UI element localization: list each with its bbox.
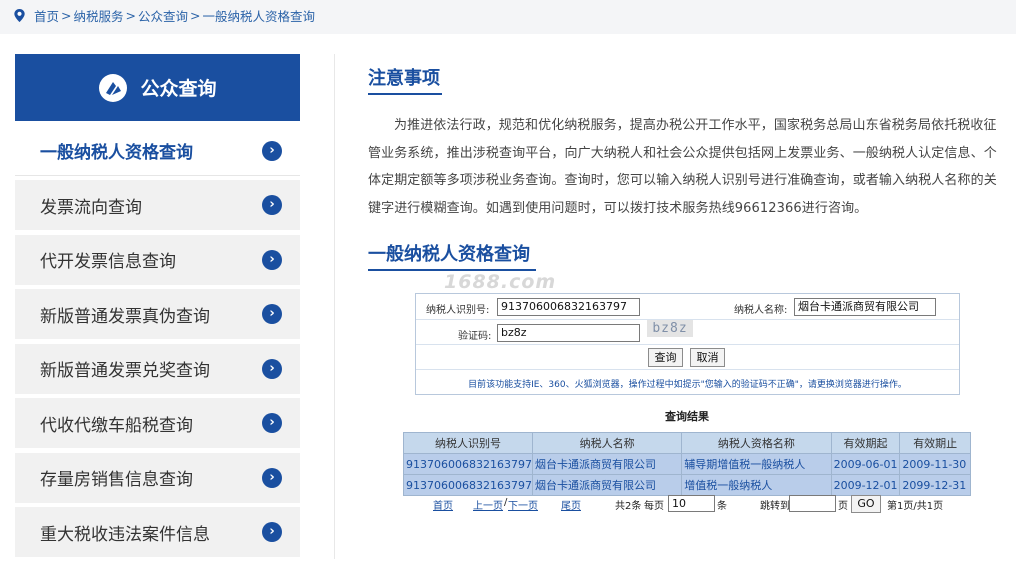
- sidebar-item-housing-sales[interactable]: 存量房销售信息查询 ›: [15, 452, 300, 503]
- content-divider: [334, 54, 335, 559]
- sidebar-item-label: 新版普通发票兑奖查询: [40, 361, 210, 381]
- watermark: 1688.com: [444, 271, 557, 293]
- table-cell: 烟台卡通派商贸有限公司: [531, 474, 683, 496]
- captcha-label: 验证码:: [458, 331, 492, 342]
- jump-page-input[interactable]: [789, 495, 836, 512]
- table-cell: 2009-11-30: [899, 453, 971, 475]
- breadcrumb-home[interactable]: 首页: [34, 6, 59, 25]
- query-logo-icon: [99, 73, 128, 102]
- pager-page-unit: 页: [838, 501, 848, 512]
- pager-prev-link[interactable]: 上一页: [473, 497, 503, 512]
- sidebar-item-violation-cases[interactable]: 重大税收违法案件信息 ›: [15, 507, 300, 557]
- table-cell: 2009-12-01: [830, 474, 901, 496]
- notice-title-underline: [368, 93, 442, 95]
- sidebar-item-issued-invoice[interactable]: 代开发票信息查询 ›: [15, 234, 300, 285]
- taxpayer-name-label: 纳税人名称:: [734, 305, 788, 316]
- sidebar-item-invoice-authenticity[interactable]: 新版普通发票真伪查询 ›: [15, 289, 300, 339]
- chevron-right-icon: ›: [262, 358, 282, 379]
- results-title: 查询结果: [665, 410, 709, 423]
- table-cell: 2099-12-31: [899, 474, 971, 496]
- sidebar-item-invoice-prize[interactable]: 新版普通发票兑奖查询 ›: [15, 343, 300, 394]
- breadcrumb-separator: >: [190, 8, 201, 23]
- pager-jump-label: 跳转到: [760, 501, 790, 512]
- chevron-right-icon: ›: [262, 140, 282, 161]
- chevron-right-icon: ›: [262, 467, 282, 488]
- sidebar-item-label: 重大税收违法案件信息: [40, 524, 210, 545]
- table-cell: 烟台卡通派商贸有限公司: [531, 453, 683, 475]
- sidebar-item-label: 发票流向查询: [40, 197, 142, 218]
- go-button[interactable]: GO: [851, 495, 881, 513]
- column-header: 有效期起: [830, 432, 901, 454]
- column-header: 纳税人资格名称: [681, 432, 832, 454]
- breadcrumb-public-query[interactable]: 公众查询: [138, 6, 188, 25]
- pager-first-link[interactable]: 首页: [433, 497, 453, 512]
- column-header: 有效期止: [899, 432, 971, 454]
- cancel-button[interactable]: 取消: [690, 348, 725, 367]
- pager-status: 第1页/共1页: [887, 501, 944, 512]
- table-row[interactable]: 913706006832163797 烟台卡通派商贸有限公司 增值税一般纳税人 …: [403, 474, 971, 496]
- sidebar-item-vehicle-tax[interactable]: 代收代缴车船税查询 ›: [15, 398, 300, 448]
- form-row: [416, 345, 959, 370]
- sidebar-item-general-taxpayer[interactable]: 一般纳税人资格查询 ›: [15, 125, 300, 176]
- pager-next-link[interactable]: 下一页: [508, 497, 538, 512]
- chevron-right-icon: ›: [262, 304, 282, 324]
- column-header: 纳税人名称: [531, 432, 683, 454]
- pager-per-page-unit: 条: [717, 501, 727, 512]
- query-section-title: 一般纳税人资格查询: [368, 244, 530, 265]
- pager-last-link[interactable]: 尾页: [561, 497, 581, 512]
- breadcrumb-tax-service[interactable]: 纳税服务: [74, 6, 124, 25]
- sidebar-item-label: 代开发票信息查询: [40, 252, 176, 272]
- notice-text: 为推进依法行政，规范和优化纳税服务，提高办税公开工作水平，国家税务总局山东省税务…: [368, 118, 997, 216]
- pager-slash: /: [504, 497, 508, 508]
- captcha-input[interactable]: bz8z: [497, 324, 640, 342]
- taxpayer-name-input[interactable]: 烟台卡通派商贸有限公司: [794, 298, 936, 316]
- pager-per-page-label: 每页: [644, 501, 664, 512]
- location-pin-icon: [14, 8, 25, 23]
- taxpayer-id-label: 纳税人识别号:: [426, 305, 490, 316]
- table-row[interactable]: 913706006832163797 烟台卡通派商贸有限公司 辅导期增值税一般纳…: [403, 453, 971, 475]
- sidebar-item-label: 存量房销售信息查询: [40, 470, 193, 490]
- sidebar-item-invoice-flow[interactable]: 发票流向查询 ›: [15, 180, 300, 230]
- sidebar-header: 公众查询: [15, 54, 300, 121]
- notice-title: 注意事项: [368, 68, 440, 89]
- results-table: 纳税人识别号 纳税人名称 纳税人资格名称 有效期起 有效期止 913706006…: [403, 432, 971, 496]
- table-cell: 2009-06-01: [830, 453, 901, 475]
- chevron-right-icon: ›: [262, 195, 282, 215]
- table-cell: 913706006832163797: [403, 474, 533, 496]
- chevron-right-icon: ›: [262, 249, 282, 270]
- table-cell: 913706006832163797: [403, 453, 533, 475]
- breadcrumb-current: 一般纳税人资格查询: [202, 9, 316, 24]
- table-cell: 增值税一般纳税人: [681, 474, 832, 496]
- sidebar-item-label: 代收代缴车船税查询: [40, 415, 193, 436]
- table-cell: 辅导期增值税一般纳税人: [681, 453, 832, 475]
- breadcrumb-separator: >: [125, 8, 136, 23]
- sidebar: 公众查询 一般纳税人资格查询 › 发票流向查询 › 代开发票信息查询 › 新版普…: [15, 54, 300, 557]
- breadcrumb-bar: 首页 > 纳税服务 > 公众查询 > 一般纳税人资格查询: [0, 0, 1016, 34]
- table-header-row: 纳税人识别号 纳税人名称 纳税人资格名称 有效期起 有效期止: [403, 432, 971, 454]
- per-page-input[interactable]: 10: [668, 495, 715, 512]
- taxpayer-id-input[interactable]: 913706006832163797: [497, 298, 640, 316]
- pager-total: 共2条: [615, 501, 642, 512]
- sidebar-title: 公众查询: [140, 78, 217, 100]
- breadcrumb-separator: >: [61, 8, 72, 23]
- sidebar-item-label: 新版普通发票真伪查询: [40, 306, 210, 327]
- sidebar-item-label: 一般纳税人资格查询: [40, 142, 193, 163]
- captcha-image[interactable]: bz8z: [647, 320, 693, 337]
- chevron-right-icon: ›: [262, 522, 282, 542]
- breadcrumb: 首页 > 纳税服务 > 公众查询 > 一般纳税人资格查询: [12, 6, 315, 25]
- browser-tip: 目前该功能支持IE、360、火狐浏览器，操作过程中如提示"您输入的验证码不正确"…: [468, 380, 907, 390]
- chevron-right-icon: ›: [262, 413, 282, 433]
- search-button[interactable]: 查询: [648, 348, 683, 367]
- column-header: 纳税人识别号: [403, 432, 533, 454]
